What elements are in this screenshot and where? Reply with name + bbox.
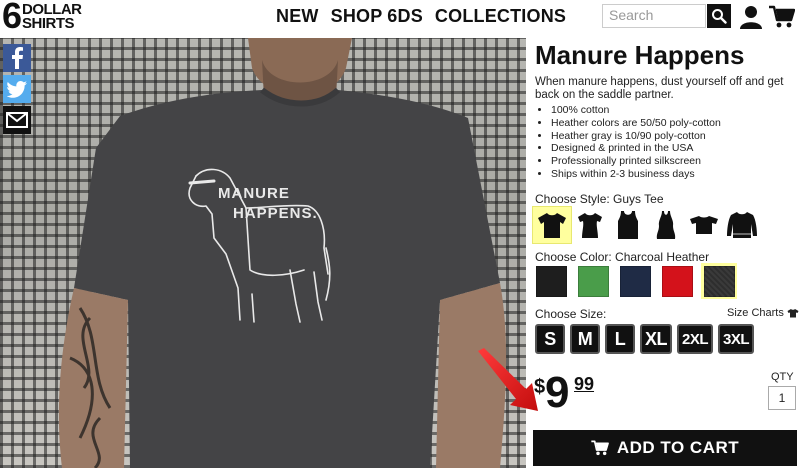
price-cents: 99	[574, 374, 595, 394]
product-description: When manure happens, dust yourself off a…	[535, 76, 784, 101]
twitter-icon	[7, 80, 27, 98]
logo-wordmark: DOLLAR SHIRTS	[22, 2, 82, 32]
size-option-xl[interactable]: XL	[640, 324, 673, 354]
color-swatch-red[interactable]	[659, 263, 695, 299]
size-option-l[interactable]: L	[605, 324, 635, 354]
price-whole: 9	[545, 368, 570, 417]
qty-input[interactable]: 1	[768, 386, 796, 410]
color-options	[533, 263, 737, 299]
facebook-share-button[interactable]	[3, 44, 31, 72]
logo-mark: 6	[2, 0, 22, 36]
nav-shop-6ds[interactable]: SHOP 6DS	[331, 6, 423, 27]
style-option-crop-tee[interactable]	[685, 207, 723, 243]
color-label: Choose Color: Charcoal Heather	[535, 250, 710, 264]
add-to-cart-label: ADD TO CART	[616, 438, 740, 457]
size-options: S M L XL 2XL 3XL	[535, 324, 755, 354]
feature-item: Heather gray is 10/90 poly-cotton	[551, 130, 721, 143]
search-input[interactable]: Search	[602, 4, 706, 28]
nav-collections[interactable]: COLLECTIONS	[435, 6, 566, 27]
style-option-racerback-tank[interactable]	[647, 207, 685, 243]
swatch-fill	[577, 265, 609, 297]
main-nav: NEW SHOP 6DS COLLECTIONS	[276, 6, 566, 27]
guys-tee-icon	[538, 213, 566, 238]
size-option-m[interactable]: M	[570, 324, 600, 354]
shirt-print-line-1: MANURE	[218, 185, 290, 202]
feature-item: Professionally printed silkscreen	[551, 155, 721, 168]
style-option-tank-top[interactable]	[609, 207, 647, 243]
feature-item: Heather colors are 50/50 poly-cotton	[551, 117, 721, 130]
color-swatch-charcoal-heather[interactable]	[701, 263, 737, 299]
style-option-ladies-tee[interactable]	[571, 207, 609, 243]
search-icon	[712, 9, 727, 24]
qty-label: QTY	[771, 371, 794, 383]
swatch-fill	[535, 265, 567, 297]
email-icon	[6, 112, 28, 128]
feature-item: Designed & printed in the USA	[551, 142, 721, 155]
swatch-fill	[619, 265, 651, 297]
product-title: Manure Happens	[535, 40, 745, 70]
tshirt-icon	[787, 309, 799, 318]
sweatshirt-icon	[727, 212, 757, 238]
search-button[interactable]	[707, 4, 731, 28]
product-photo: MANURE HAPPENS.	[0, 38, 526, 468]
color-swatch-green[interactable]	[575, 263, 611, 299]
style-label: Choose Style: Guys Tee	[535, 192, 664, 206]
color-swatch-navy[interactable]	[617, 263, 653, 299]
facebook-icon	[12, 47, 23, 69]
site-logo[interactable]: 6 DOLLAR SHIRTS	[2, 0, 94, 36]
style-option-sweatshirt[interactable]	[723, 207, 761, 243]
cart-icon	[591, 440, 609, 456]
feature-list: 100% cotton Heather colors are 50/50 pol…	[551, 104, 721, 181]
annotation-arrow	[478, 348, 538, 411]
ladies-tee-icon	[578, 213, 602, 238]
crop-tee-icon	[690, 216, 718, 234]
shirt-print-line-2: HAPPENS.	[233, 205, 318, 222]
feature-item: Ships within 2-3 business days	[551, 168, 721, 181]
twitter-share-button[interactable]	[3, 75, 31, 103]
site-header: 6 DOLLAR SHIRTS NEW SHOP 6DS COLLECTIONS…	[0, 0, 800, 36]
style-options	[532, 206, 761, 244]
model-illustration: MANURE HAPPENS.	[58, 38, 507, 468]
style-option-guys-tee[interactable]	[532, 206, 572, 244]
add-to-cart-button[interactable]: ADD TO CART	[533, 430, 797, 466]
user-icon[interactable]	[740, 5, 762, 29]
racerback-tank-icon	[656, 211, 676, 239]
size-charts-text: Size Charts	[727, 307, 784, 319]
size-label: Choose Size:	[535, 307, 607, 321]
size-charts-link[interactable]: Size Charts	[727, 307, 799, 319]
feature-item: 100% cotton	[551, 104, 721, 117]
logo-line-2: SHIRTS	[22, 15, 75, 32]
swatch-fill	[703, 265, 735, 297]
size-option-3xl[interactable]: 3XL	[718, 324, 755, 354]
cart-icon[interactable]	[769, 5, 795, 29]
swatch-fill	[661, 265, 693, 297]
email-share-button[interactable]	[3, 106, 31, 134]
nav-new[interactable]: NEW	[276, 6, 319, 27]
size-option-2xl[interactable]: 2XL	[677, 324, 714, 354]
color-swatch-black[interactable]	[533, 263, 569, 299]
tank-top-icon	[618, 211, 638, 239]
